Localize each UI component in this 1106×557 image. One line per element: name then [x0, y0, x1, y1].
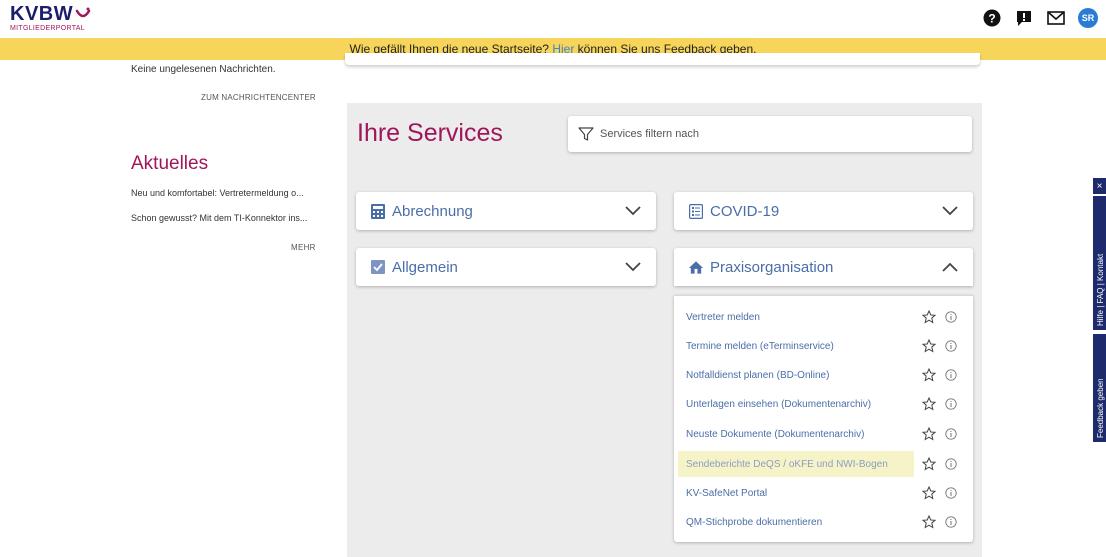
list-icon	[688, 203, 704, 219]
service-link[interactable]: QM-Stichprobe dokumentieren	[686, 517, 822, 528]
help-faq-contact-tab[interactable]: Hilfe | FAQ | Kontakt	[1093, 196, 1106, 330]
star-icon[interactable]	[922, 515, 936, 529]
close-icon[interactable]: ×	[1093, 178, 1106, 194]
star-icon[interactable]	[922, 368, 936, 382]
list-item[interactable]: Vertreter melden	[678, 304, 914, 330]
news-item[interactable]: Neu und komfortabel: Vertretermeldung o.…	[131, 188, 331, 198]
help-tab-label: Hilfe | FAQ | Kontakt	[1096, 253, 1105, 326]
messages-status: Keine ungelesenen Nachrichten.	[131, 64, 276, 75]
logo[interactable]: KVBW MITGLIEDERPORTAL	[10, 4, 91, 33]
feedback-tab[interactable]: Feedback geben	[1093, 334, 1106, 442]
service-link[interactable]: KV-SafeNet Portal	[686, 488, 767, 499]
service-link[interactable]: Neuste Dokumente (Dokumentenarchiv)	[686, 429, 864, 440]
calculator-icon	[370, 203, 386, 219]
category-praxisorganisation[interactable]: Praxisorganisation	[674, 248, 973, 286]
star-icon[interactable]	[922, 457, 936, 471]
services-filter[interactable]	[568, 116, 972, 152]
category-label: Abrechnung	[392, 202, 473, 220]
star-icon[interactable]	[922, 397, 936, 411]
chevron-up-icon[interactable]	[941, 258, 959, 276]
star-icon[interactable]	[922, 339, 936, 353]
star-icon[interactable]	[922, 427, 936, 441]
checkbox-icon	[370, 259, 386, 275]
list-item[interactable]: Sendeberichte DeQS / oKFE und NWI-Bogen	[678, 451, 914, 477]
help-icon[interactable]: ?	[982, 8, 1002, 28]
avatar[interactable]: SR	[1078, 8, 1098, 28]
praxisorganisation-list: Vertreter melden Termine melden (eTermin…	[674, 295, 973, 542]
feedback-tab-label: Feedback geben	[1096, 378, 1105, 438]
filter-icon	[578, 125, 596, 143]
category-abrechnung[interactable]: Abrechnung	[356, 192, 656, 230]
info-icon[interactable]	[944, 486, 958, 500]
news-title: Aktuelles	[131, 153, 209, 174]
list-item[interactable]: Neuste Dokumente (Dokumentenarchiv)	[678, 421, 914, 447]
info-icon[interactable]	[944, 339, 958, 353]
list-item[interactable]: Notfalldienst planen (BD-Online)	[678, 362, 914, 388]
chevron-down-icon[interactable]	[624, 202, 642, 220]
chevron-down-icon[interactable]	[941, 202, 959, 220]
services-filter-input[interactable]	[598, 127, 962, 141]
category-allgemein[interactable]: Allgemein	[356, 248, 656, 286]
info-icon[interactable]	[944, 397, 958, 411]
info-icon[interactable]	[944, 368, 958, 382]
info-icon[interactable]	[944, 457, 958, 471]
services-panel: Ihre Services Abrechnung COVID-19 Allgem…	[347, 103, 982, 557]
category-label: COVID-19	[710, 202, 780, 220]
list-item[interactable]: QM-Stichprobe dokumentieren	[678, 509, 914, 535]
logo-subtext: MITGLIEDERPORTAL	[10, 25, 85, 32]
service-link[interactable]: Sendeberichte DeQS / oKFE und NWI-Bogen	[686, 459, 888, 470]
chevron-down-icon[interactable]	[624, 258, 642, 276]
mail-icon[interactable]	[1046, 8, 1066, 28]
list-item[interactable]: KV-SafeNet Portal	[678, 480, 914, 506]
service-link[interactable]: Notfalldienst planen (BD-Online)	[686, 370, 829, 381]
service-link[interactable]: Vertreter melden	[686, 312, 760, 323]
info-icon[interactable]	[944, 310, 958, 324]
top-card	[345, 53, 980, 65]
category-label: Praxisorganisation	[710, 258, 834, 276]
category-covid-19[interactable]: COVID-19	[674, 192, 973, 230]
category-label: Allgemein	[392, 258, 458, 276]
alert-icon[interactable]	[1014, 8, 1034, 28]
star-icon[interactable]	[922, 310, 936, 324]
services-title: Ihre Services	[357, 119, 503, 147]
header: KVBW MITGLIEDERPORTAL ? SR	[0, 0, 1106, 38]
logo-smile-icon	[75, 7, 91, 18]
info-icon[interactable]	[944, 515, 958, 529]
home-icon	[688, 259, 704, 275]
message-center-link[interactable]: ZUM NACHRICHTENCENTER	[201, 93, 316, 102]
info-icon[interactable]	[944, 427, 958, 441]
list-item[interactable]: Unterlagen einsehen (Dokumentenarchiv)	[678, 391, 914, 417]
news-item[interactable]: Schon gewusst? Mit dem TI-Konnektor ins.…	[131, 213, 331, 223]
star-icon[interactable]	[922, 486, 936, 500]
svg-text:?: ?	[988, 12, 995, 26]
logo-text: KVBW	[10, 3, 74, 25]
more-news-link[interactable]: MEHR	[291, 243, 316, 252]
list-item[interactable]: Termine melden (eTerminservice)	[678, 333, 914, 359]
service-link[interactable]: Termine melden (eTerminservice)	[686, 341, 834, 352]
service-link[interactable]: Unterlagen einsehen (Dokumentenarchiv)	[686, 399, 871, 410]
